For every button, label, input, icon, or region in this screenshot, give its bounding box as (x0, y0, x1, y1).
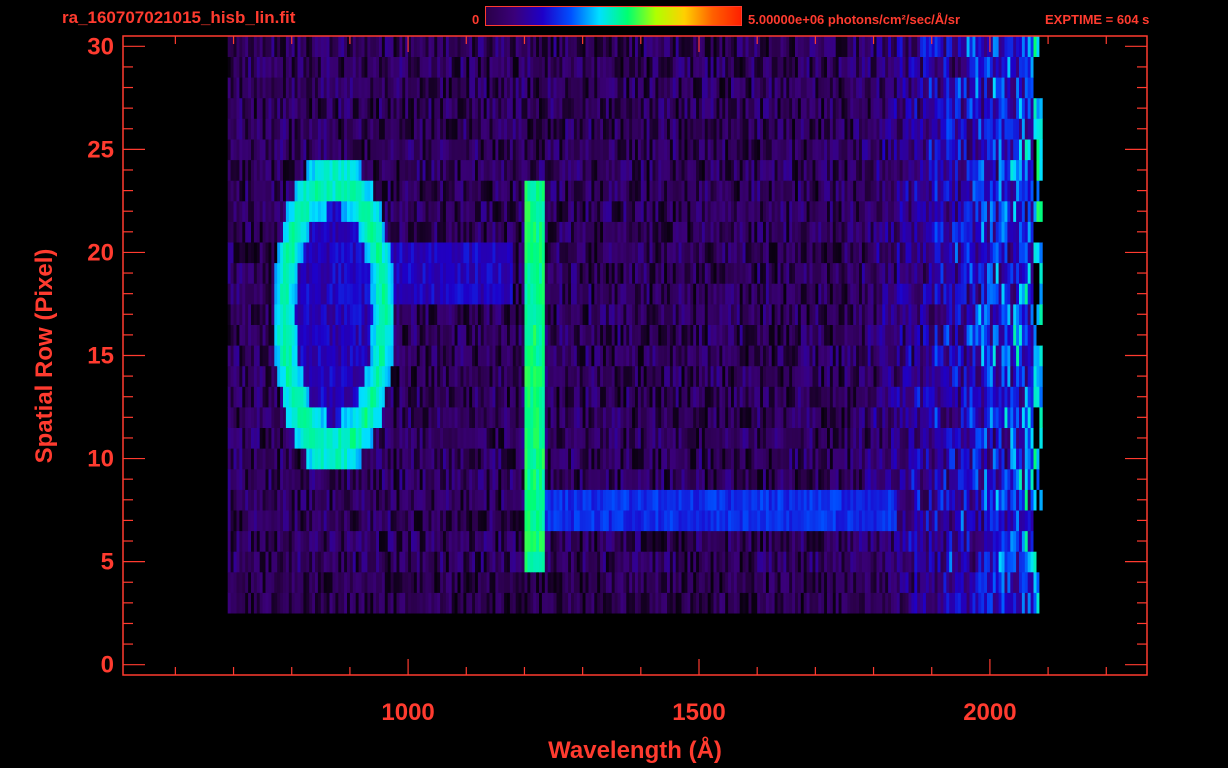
y-tick-label: 0 (101, 652, 114, 679)
colorbar (485, 6, 742, 26)
y-tick-label: 30 (87, 33, 114, 60)
spectral-image-plot: 1000 1500 2000051015202530 Wavelength (Å) … (31, 33, 1148, 764)
x-tick-label: 1500 (672, 699, 725, 726)
y-tick-label: 10 (87, 446, 114, 473)
y-tick-label: 5 (101, 549, 114, 576)
file-name-title: ra_160707021015_hisb_lin.fit (62, 8, 296, 27)
exptime-label: EXPTIME = 604 s (1045, 12, 1150, 27)
heatmap-image (227, 36, 1043, 614)
y-tick-label: 25 (87, 136, 114, 163)
x-tick-label: 2000 (963, 699, 1016, 726)
colorbar-min-label: 0 (472, 12, 480, 27)
colorbar-max-label: 5.00000e+06 photons/cm²/sec/Å/sr (748, 12, 961, 27)
y-tick-label: 15 (87, 343, 114, 370)
y-axis-label: Spatial Row (Pixel) (31, 249, 58, 464)
x-tick-label: 1000 (381, 699, 434, 726)
x-axis-label: Wavelength (Å) (548, 736, 722, 764)
y-tick-label: 20 (87, 239, 114, 266)
